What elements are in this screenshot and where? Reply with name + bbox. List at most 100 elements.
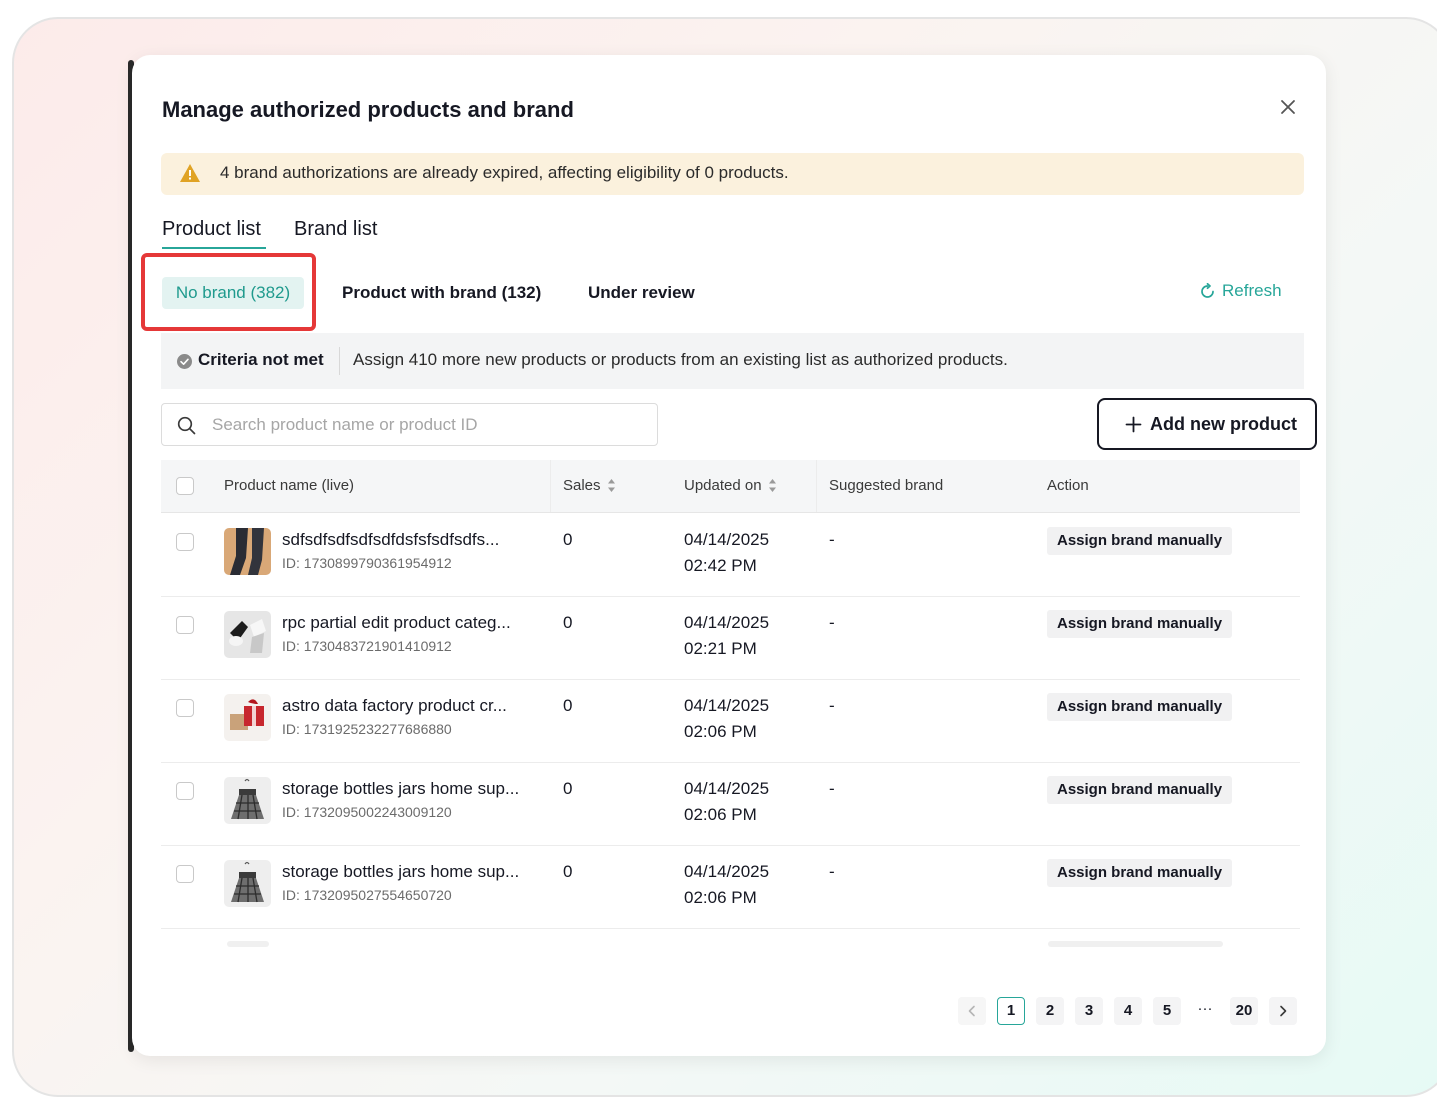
updated-date: 04/14/2025 (684, 779, 770, 798)
assign-brand-button[interactable]: Assign brand manually (1047, 776, 1233, 804)
criteria-description: Assign 410 more new products or products… (353, 350, 1008, 369)
subtab-under-review[interactable]: Under review (588, 277, 695, 309)
expired-authorization-alert: 4 brand authorizations are already expir… (161, 153, 1304, 195)
product-thumbnail[interactable] (224, 611, 271, 658)
assign-brand-button[interactable]: Assign brand manually (1047, 610, 1233, 638)
criteria-label: Criteria not met (198, 350, 324, 369)
updated-date: 04/14/2025 (684, 613, 770, 632)
column-action-label: Action (1047, 477, 1089, 494)
warning-icon (180, 164, 200, 182)
product-thumbnail[interactable] (224, 694, 271, 741)
pagination-next-button[interactable] (1269, 997, 1297, 1025)
updated-time: 02:21 PM (684, 639, 757, 658)
row-checkbox[interactable] (176, 782, 194, 800)
product-sales: 0 (563, 613, 573, 632)
product-sales: 0 (563, 779, 573, 798)
product-thumbnail[interactable] (224, 777, 271, 824)
modal-title: Manage authorized products and brand (162, 97, 574, 122)
add-new-product-label: Add new product (1150, 413, 1297, 434)
next-row-peek (227, 941, 269, 947)
assign-brand-button[interactable]: Assign brand manually (1047, 859, 1233, 887)
check-circle-icon (177, 354, 192, 369)
pagination-prev-button[interactable] (958, 997, 986, 1025)
sort-icon (768, 479, 776, 492)
product-sales: 0 (563, 862, 573, 881)
pagination-page-last[interactable]: 20 (1230, 997, 1258, 1025)
close-button[interactable] (1276, 95, 1300, 119)
refresh-label: Refresh (1222, 281, 1282, 300)
column-product-name: Product name (live) (224, 477, 354, 494)
product-id: ID: 1732095002243009120 (282, 804, 452, 820)
column-updated-on[interactable]: Updated on (684, 477, 777, 494)
next-row-peek (1048, 941, 1223, 947)
pagination-ellipsis[interactable]: ··· (1191, 997, 1219, 1025)
column-suggested-brand: Suggested brand (829, 477, 943, 494)
suggested-brand: - (829, 862, 835, 881)
row-checkbox[interactable] (176, 865, 194, 883)
column-suggested-brand-label: Suggested brand (829, 477, 944, 494)
pagination-page-5[interactable]: 5 (1153, 997, 1181, 1025)
suggested-brand: - (829, 530, 835, 549)
product-id: ID: 1730483721901410912 (282, 638, 452, 654)
product-thumbnail[interactable] (224, 860, 271, 907)
row-checkbox[interactable] (176, 699, 194, 717)
column-sales-label: Sales (563, 477, 601, 494)
refresh-icon (1201, 282, 1214, 298)
tab-brand-list[interactable]: Brand list (294, 218, 377, 241)
tab-product-list[interactable]: Product list (162, 218, 261, 241)
criteria-divider (339, 347, 340, 375)
updated-time: 02:06 PM (684, 722, 757, 741)
search-input[interactable] (210, 410, 644, 440)
product-id: ID: 1730899790361954912 (282, 555, 452, 571)
assign-brand-button[interactable]: Assign brand manually (1047, 527, 1233, 555)
product-name[interactable]: astro data factory product cr... (282, 696, 507, 716)
sort-icon (607, 479, 615, 492)
updated-time: 02:42 PM (684, 556, 757, 575)
row-checkbox[interactable] (176, 533, 194, 551)
column-product-name-label: Product name (live) (224, 477, 355, 494)
close-icon (1281, 100, 1295, 114)
add-new-product-button[interactable]: Add new product (1097, 398, 1317, 450)
alert-message: 4 brand authorizations are already expir… (220, 163, 789, 182)
table-row: storage bottles jars home sup... ID: 173… (161, 762, 1300, 846)
row-checkbox[interactable] (176, 616, 194, 634)
product-name[interactable]: storage bottles jars home sup... (282, 862, 519, 882)
suggested-brand: - (829, 613, 835, 632)
suggested-brand: - (829, 779, 835, 798)
updated-date: 04/14/2025 (684, 862, 770, 881)
suggested-brand: - (829, 696, 835, 715)
criteria-banner: Criteria not met Assign 410 more new pro… (161, 333, 1304, 389)
product-name[interactable]: sdfsdfsdfsdfsdfdsfsfsdfsdfs... (282, 530, 499, 550)
updated-time: 02:06 PM (684, 888, 757, 907)
table-row: storage bottles jars home sup... ID: 173… (161, 845, 1300, 929)
product-id: ID: 1732095027554650720 (282, 887, 452, 903)
pagination-page-3[interactable]: 3 (1075, 997, 1103, 1025)
table-row: astro data factory product cr... ID: 173… (161, 679, 1300, 763)
column-divider (816, 460, 817, 512)
product-sales: 0 (563, 696, 573, 715)
table-header: Product name (live) Sales Updated on Sug… (161, 460, 1300, 513)
pagination-page-4[interactable]: 4 (1114, 997, 1142, 1025)
refresh-button[interactable]: Refresh (1199, 281, 1282, 301)
product-name[interactable]: storage bottles jars home sup... (282, 779, 519, 799)
pagination-page-1[interactable]: 1 (997, 997, 1025, 1025)
column-updated-on-label: Updated on (684, 477, 762, 494)
product-sales: 0 (563, 530, 573, 549)
plus-icon (1125, 416, 1142, 432)
column-action: Action (1047, 477, 1089, 494)
pagination-page-2[interactable]: 2 (1036, 997, 1064, 1025)
subtab-product-with-brand[interactable]: Product with brand (132) (342, 277, 541, 309)
select-all-checkbox[interactable] (176, 477, 194, 495)
column-sales[interactable]: Sales (563, 477, 616, 494)
column-divider (550, 460, 551, 512)
search-icon (177, 416, 196, 435)
table-row: rpc partial edit product categ... ID: 17… (161, 596, 1300, 680)
product-thumbnail[interactable] (224, 528, 271, 575)
table-row: sdfsdfsdfsdfsdfdsfsfsdfsdfs... ID: 17308… (161, 513, 1300, 597)
chevron-right-icon (1280, 1005, 1287, 1017)
product-name[interactable]: rpc partial edit product categ... (282, 613, 511, 633)
updated-date: 04/14/2025 (684, 696, 770, 715)
highlight-box (141, 253, 316, 331)
manage-products-modal: Manage authorized products and brand 4 b… (132, 55, 1326, 1056)
assign-brand-button[interactable]: Assign brand manually (1047, 693, 1233, 721)
